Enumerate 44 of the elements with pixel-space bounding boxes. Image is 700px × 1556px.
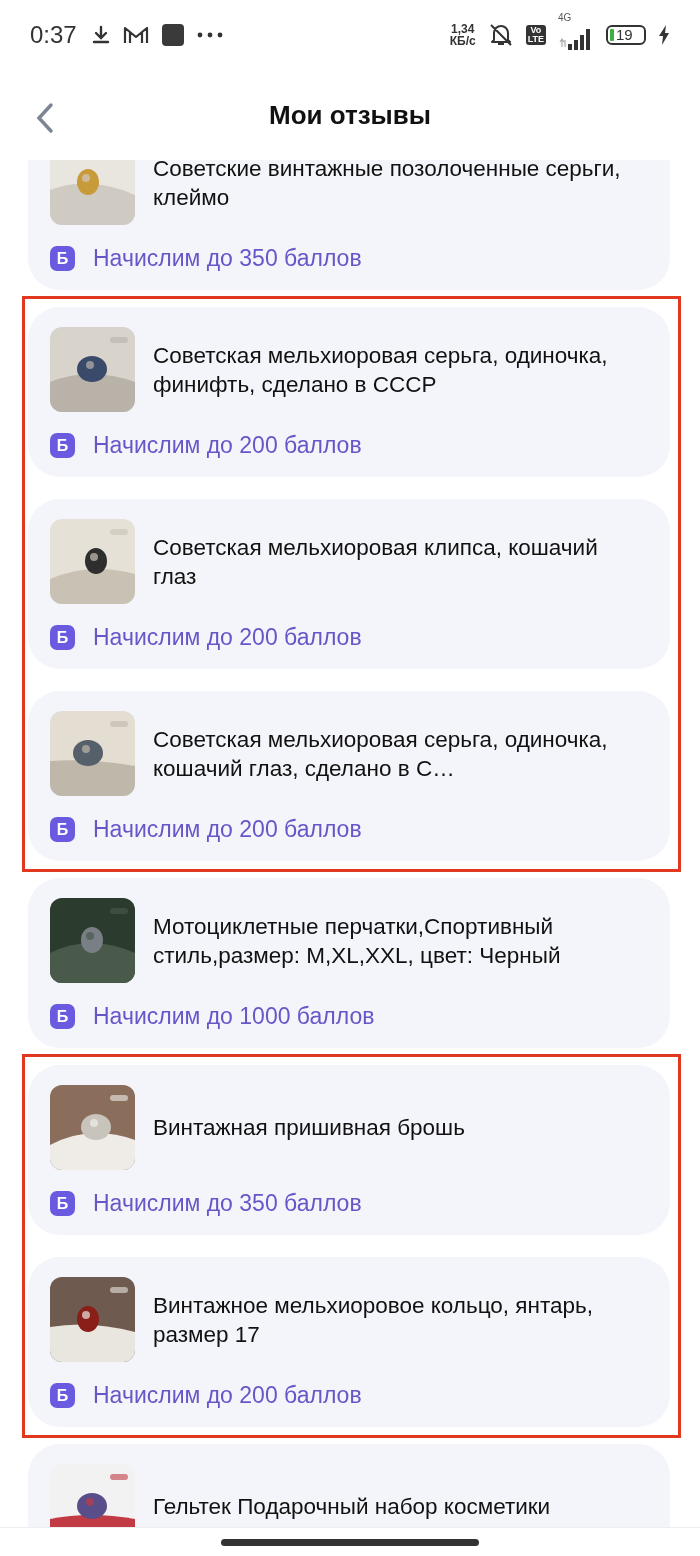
product-title: Советская мельхиоровая серьга, одиночка, финифть, сделано в СССР xyxy=(153,341,609,399)
speed-unit: КБ/с xyxy=(449,35,476,47)
points-text: Начислим до 200 баллов xyxy=(93,624,362,651)
product-title: Советская мельхиоровая серьга, одиночка, кошачий глаз, сделано в С… xyxy=(153,725,609,783)
review-card[interactable]: Советская мельхиоровая серьга, одиночка, финифть, сделано в СССР Б Начислим до 200 баллов xyxy=(28,307,670,477)
status-time: 0:37 xyxy=(30,21,77,49)
download-icon xyxy=(90,25,111,45)
product-title: Мотоциклетные перчатки,Спортивный стиль,размер: M,XL,XXL, цвет: Черный xyxy=(153,912,562,970)
mail-icon xyxy=(122,25,149,45)
review-card[interactable]: Советские винтажные позолоченные серьги, клеймо Б Начислим до 350 баллов xyxy=(28,160,670,290)
product-title: Гельтек Подарочный набор косметики xyxy=(153,1493,551,1521)
points-badge: Б xyxy=(50,246,75,271)
review-card[interactable]: Винтажная пришивная брошь Б Начислим до 350 баллов xyxy=(28,1065,670,1235)
battery-text: 19 xyxy=(616,27,633,43)
points-text: Начислим до 350 баллов xyxy=(93,1190,362,1217)
app-icon xyxy=(160,23,185,47)
points-badge: Б xyxy=(50,1383,75,1408)
product-title: Винтажная пришивная брошь xyxy=(153,1114,465,1142)
points-text: Начислим до 200 баллов xyxy=(93,432,362,459)
product-title: Винтажное мельхиоровое кольцо, янтарь, размер 17 xyxy=(153,1291,595,1349)
page-title: Мои отзывы xyxy=(269,99,431,131)
points-badge: Б xyxy=(50,1191,75,1216)
review-card[interactable]: Винтажное мельхиоровое кольцо, янтарь, размер 17 Б Начислим до 200 баллов xyxy=(28,1257,670,1427)
speed-value: 1,34 xyxy=(451,23,475,35)
points-badge: Б xyxy=(50,433,75,458)
review-card[interactable]: Советская мельхиоровая клипса, кошачий глаз Б Начислим до 200 баллов xyxy=(28,499,670,669)
network-type: 4G xyxy=(558,12,572,23)
points-badge: Б xyxy=(50,1004,75,1029)
review-card[interactable]: Мотоциклетные перчатки,Спортивный стиль,размер: M,XL,XXL, цвет: Черный Б Начислим до 1000 баллов xyxy=(28,878,670,1048)
points-badge: Б xyxy=(50,625,75,650)
more-icon xyxy=(196,32,223,38)
points-text: Начислим до 200 баллов xyxy=(93,816,362,843)
review-card[interactable]: Гельтек Подарочный набор косметики xyxy=(28,1444,670,1527)
charging-icon xyxy=(658,25,670,45)
product-title: Советская мельхиоровая клипса, кошачий глаз xyxy=(153,533,599,591)
points-badge: Б xyxy=(50,817,75,842)
volte-badge: Vo LTE xyxy=(525,25,546,45)
points-text: Начислим до 200 баллов xyxy=(93,1382,362,1409)
bell-off-icon xyxy=(487,22,514,48)
points-text: Начислим до 1000 баллов xyxy=(93,1003,375,1030)
home-indicator[interactable] xyxy=(221,1538,479,1546)
product-title: Советские винтажные позолоченные серьги, клеймо xyxy=(153,160,622,212)
points-text: Начислим до 350 баллов xyxy=(93,245,362,272)
review-card[interactable]: Советская мельхиоровая серьга, одиночка, кошачий глаз, сделано в С… Б Начислим до 200 баллов xyxy=(28,691,670,861)
